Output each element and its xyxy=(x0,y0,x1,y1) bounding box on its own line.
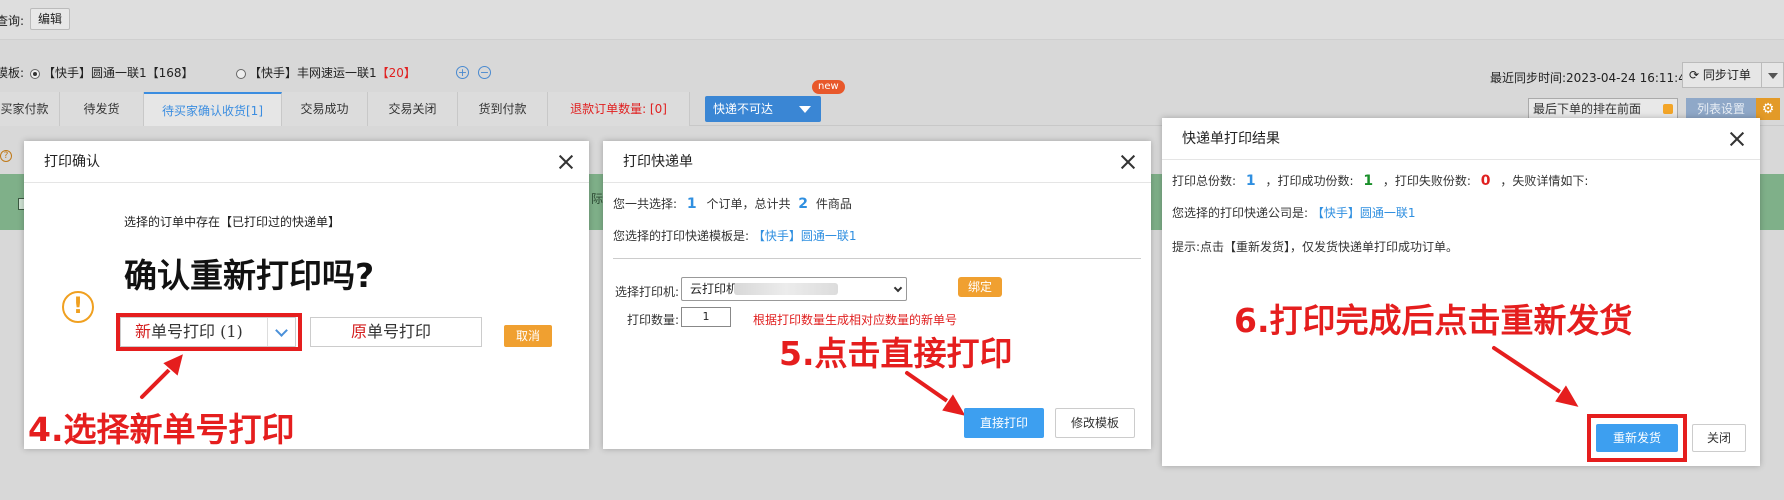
redacted-printer-name xyxy=(734,283,838,295)
close-icon[interactable] xyxy=(1728,130,1746,148)
tab-refund-orders[interactable]: 退款订单数量: [0] xyxy=(548,92,690,126)
divider xyxy=(613,258,1141,259)
caret-down-icon xyxy=(799,106,811,113)
step6-annotation: 6.打印完成后点击重新发货 xyxy=(1234,301,1633,341)
strip-text: 际 xyxy=(591,192,604,206)
item-count: 2 xyxy=(798,196,809,212)
template-option-2[interactable]: 【快手】丰网速运一联1【20】 xyxy=(236,64,416,81)
direct-print-button[interactable]: 直接打印 xyxy=(964,408,1044,438)
printer-label: 选择打印机: xyxy=(615,285,680,299)
template-label: 模板: xyxy=(0,66,25,80)
gear-icon[interactable]: ⚙ xyxy=(1756,98,1780,120)
tab-cod[interactable]: 货到付款 xyxy=(458,92,548,126)
add-template-icon[interactable]: + xyxy=(456,66,469,79)
sync-dropdown-icon[interactable] xyxy=(1762,62,1784,88)
total-count: 1 xyxy=(1245,173,1256,189)
highlight-frame xyxy=(116,313,302,351)
arrow-annotation-4 xyxy=(138,351,186,401)
tab-trade-success[interactable]: 交易成功 xyxy=(282,92,368,126)
quantity-hint: 根据打印数量生成相对应数量的新单号 xyxy=(753,313,958,327)
template-line: 您选择的打印快递模板是: 【快手】圆通一联1 xyxy=(613,229,857,243)
template-option-1[interactable]: 【快手】圆通一联1【168】 xyxy=(30,64,194,81)
chevron-down-icon xyxy=(893,283,903,293)
sync-time: 最近同步时间:2023-04-24 16:11:49 xyxy=(1490,71,1694,85)
close-icon[interactable] xyxy=(557,153,575,171)
tab-awaiting-receipt[interactable]: 待买家确认收货[1] xyxy=(144,92,282,126)
dialog-title: 打印确认 xyxy=(44,154,100,170)
close-icon[interactable] xyxy=(1119,153,1137,171)
query-label: 查询: xyxy=(0,14,25,28)
tab-pending-shipment[interactable]: 待发货 xyxy=(60,92,144,126)
express-unreachable-filter[interactable]: 快递不可达 xyxy=(705,96,821,122)
original-number-print-button[interactable]: 原单号打印 xyxy=(310,317,482,347)
printed-notice: 选择的订单中存在【已打印过的快递单】 xyxy=(124,215,341,229)
radio-selected-icon[interactable] xyxy=(30,68,40,79)
tab-trade-closed[interactable]: 交易关闭 xyxy=(368,92,458,126)
order-count: 1 xyxy=(686,196,697,212)
print-confirm-dialog: 打印确认 选择的订单中存在【已打印过的快递单】 确认重新打印吗? ! 新单号打印… xyxy=(24,141,589,450)
company-line: 您选择的打印快递公司是: 【快手】圆通一联1 xyxy=(1172,206,1416,220)
sort-select[interactable]: 最后下单的排在前面 xyxy=(1528,98,1678,120)
remove-template-icon[interactable]: − xyxy=(478,66,491,79)
success-count: 1 xyxy=(1363,173,1374,189)
column-settings-button[interactable]: 列表设置 xyxy=(1686,98,1756,120)
cancel-button[interactable]: 取消 xyxy=(504,325,552,347)
dialog-header: 打印确认 xyxy=(24,141,589,183)
confirm-headline: 确认重新打印吗? xyxy=(124,256,375,295)
step5-annotation: 5.点击直接打印 xyxy=(779,334,1013,374)
sync-orders-button[interactable]: ⟳ 同步订单 xyxy=(1682,62,1762,88)
print-waybill-dialog: 打印快递单 您一共选择: 1 个订单，总计共 2 件商品 您选择的打印快递模板是… xyxy=(603,141,1151,449)
dialog-header: 快递单打印结果 xyxy=(1162,118,1760,160)
reship-tip: 提示:点击【重新发货】，仅发货快递单打印成功订单。 xyxy=(1172,240,1459,254)
tab-buyer-paid[interactable]: 买家付款 xyxy=(0,92,60,126)
radio-icon[interactable] xyxy=(236,68,246,79)
quantity-label: 打印数量: xyxy=(627,313,680,327)
new-badge: new xyxy=(812,80,845,94)
print-stats: 打印总份数: 1 ，打印成功份数: 1 ，打印失败份数: 0 ，失败详情如下: xyxy=(1172,173,1589,189)
modify-template-button[interactable]: 修改模板 xyxy=(1055,408,1135,438)
edit-button[interactable]: 编辑 xyxy=(30,8,71,30)
arrow-annotation-6 xyxy=(1490,344,1582,410)
quantity-input[interactable]: 1 xyxy=(681,307,731,327)
dialog-title: 打印快递单 xyxy=(623,154,693,170)
query-row: 查询: 编辑 xyxy=(0,0,1784,40)
printer-select[interactable]: 云打印机 xyxy=(681,277,907,301)
reship-button[interactable]: 重新发货 xyxy=(1596,424,1678,452)
close-button[interactable]: 关闭 xyxy=(1692,424,1746,452)
company-value: 【快手】圆通一联1 xyxy=(1311,206,1416,220)
print-result-dialog: 快递单打印结果 打印总份数: 1 ，打印成功份数: 1 ，打印失败份数: 0 ，… xyxy=(1162,118,1760,466)
bind-button[interactable]: 绑定 xyxy=(958,277,1002,297)
dialog-header: 打印快递单 xyxy=(603,141,1151,183)
fail-count: 0 xyxy=(1480,173,1491,189)
template-value: 【快手】圆通一联1 xyxy=(752,229,857,243)
dialog-title: 快递单打印结果 xyxy=(1182,131,1280,147)
warning-icon: ! xyxy=(62,291,94,323)
refresh-icon: ⟳ xyxy=(1689,68,1703,82)
help-icon[interactable]: ? xyxy=(0,150,12,162)
step4-annotation: 4.选择新单号打印 xyxy=(28,410,295,450)
selection-summary: 您一共选择: 1 个订单，总计共 2 件商品 xyxy=(613,196,852,212)
